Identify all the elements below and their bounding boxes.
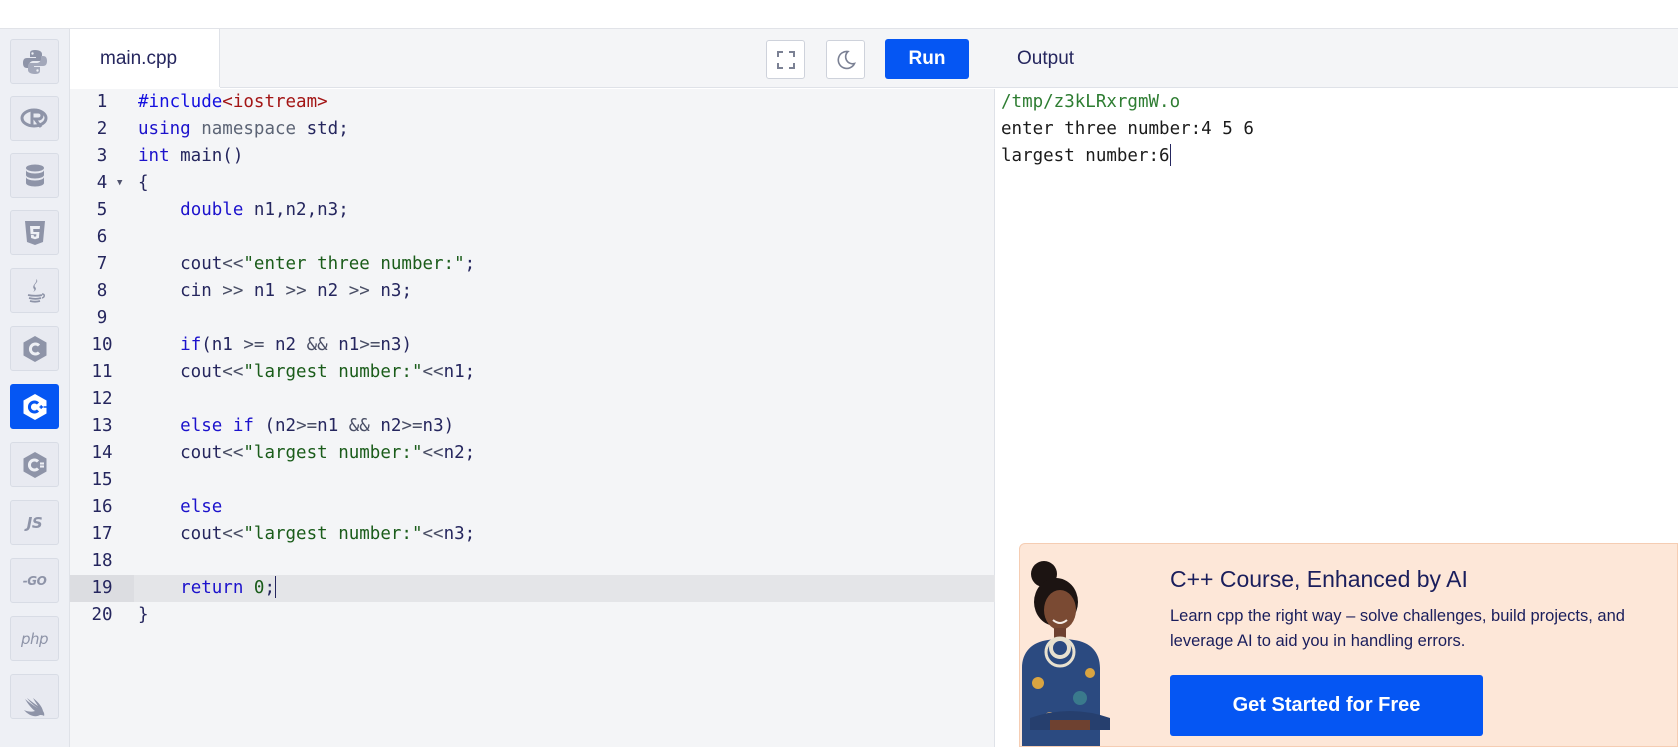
php-icon: php [20, 629, 49, 648]
code-line: 14 cout<<"largest number:"<<n2; [70, 440, 995, 467]
code-line: 1 #include<iostream> [70, 89, 995, 116]
line-number: 2 [96, 119, 108, 139]
sidebar-item-c[interactable] [10, 326, 59, 371]
promo-banner: C++ Course, Enhanced by AI Learn cpp the… [1019, 543, 1678, 747]
go-icon: -GO [22, 573, 47, 588]
text-cursor [275, 576, 277, 598]
line-number: 8 [96, 281, 108, 301]
sidebar-item-php[interactable]: php [10, 616, 59, 661]
line-number: 17 [91, 524, 113, 544]
output-title: Output [1017, 48, 1075, 69]
sidebar-item-java[interactable] [10, 268, 59, 313]
line-number: 20 [91, 605, 113, 625]
javascript-icon: JS [26, 513, 43, 532]
code-line: 13 else if (n2>=n1 && n2>=n3) [70, 413, 995, 440]
line-number: 10 [91, 335, 113, 355]
line-number: 14 [91, 443, 113, 463]
line-number: 11 [91, 362, 113, 382]
sidebar-item-html[interactable] [10, 210, 59, 255]
top-bar [0, 0, 1678, 29]
code-line: 17 cout<<"largest number:"<<n3; [70, 521, 995, 548]
output-header: Output [995, 29, 1678, 88]
line-number: 15 [91, 470, 113, 490]
fullscreen-button[interactable] [766, 40, 805, 79]
code-line: 7 cout<<"enter three number:"; [70, 251, 995, 278]
instructor-photo [1022, 561, 1110, 746]
output-line: largest number:6 [1001, 144, 1171, 166]
code-line: 4 ▼ { [70, 170, 995, 197]
output-line: /tmp/z3kLRxrgmW.o [1001, 92, 1181, 112]
line-number: 12 [91, 389, 113, 409]
fullscreen-icon [776, 50, 795, 69]
line-number: 13 [91, 416, 113, 436]
python-icon [22, 49, 47, 74]
sidebar-item-r[interactable] [10, 96, 59, 141]
line-number: 6 [96, 227, 108, 247]
line-number: 3 [96, 146, 108, 166]
swift-icon [23, 697, 44, 716]
sidebar-item-javascript[interactable]: JS [10, 500, 59, 545]
code-editor[interactable]: 1 #include<iostream> 2 using namespace s… [70, 89, 995, 747]
code-line: 12 [70, 386, 995, 413]
sidebar-item-swift[interactable] [10, 674, 59, 719]
line-number: 19 [70, 575, 134, 602]
get-started-button[interactable]: Get Started for Free [1170, 675, 1483, 736]
sidebar-item-csharp[interactable] [10, 442, 59, 487]
output-line: enter three number:4 5 6 [1001, 119, 1254, 139]
java-icon [27, 278, 45, 302]
promo-text: Learn cpp the right way – solve challeng… [1170, 607, 1625, 650]
dark-mode-toggle[interactable] [826, 40, 865, 79]
line-number: 9 [96, 308, 108, 328]
code-line: 16 else [70, 494, 995, 521]
fold-arrow-icon[interactable]: ▼ [117, 170, 122, 197]
code-line: 10 if(n1 >= n2 && n1>=n3) [70, 332, 995, 359]
code-line: 5 double n1,n2,n3; [70, 197, 995, 224]
code-line: 3 int main() [70, 143, 995, 170]
code-line: 2 using namespace std; [70, 116, 995, 143]
c-lang-icon [23, 335, 46, 362]
sidebar-item-sql[interactable] [10, 153, 59, 198]
output-cursor [1169, 144, 1171, 166]
active-code-line: 19 return 0; [70, 575, 995, 602]
sql-database-icon [25, 164, 44, 186]
sidebar-item-python[interactable] [10, 39, 59, 84]
sidebar-item-cpp[interactable] [10, 384, 59, 429]
line-number: 4 [96, 173, 108, 193]
code-line: 15 [70, 467, 995, 494]
sidebar-item-go[interactable]: -GO [10, 558, 59, 603]
editor-header: main.cpp Run [70, 29, 995, 89]
code-line: 11 cout<<"largest number:"<<n1; [70, 359, 995, 386]
run-button[interactable]: Run [885, 39, 969, 79]
code-line: 9 [70, 305, 995, 332]
cpp-icon [23, 393, 46, 420]
line-number: 5 [96, 200, 108, 220]
line-number: 18 [91, 551, 113, 571]
line-number: 16 [91, 497, 113, 517]
r-lang-icon [20, 108, 47, 128]
promo-title: C++ Course, Enhanced by AI [1170, 566, 1468, 592]
line-number: 1 [96, 92, 108, 112]
file-tab-main-cpp[interactable]: main.cpp [70, 29, 220, 89]
code-line: 8 cin >> n1 >> n2 >> n3; [70, 278, 995, 305]
moon-icon [837, 50, 856, 69]
code-line: 18 [70, 548, 995, 575]
csharp-icon [23, 451, 46, 478]
language-sidebar: JS -GO php [0, 29, 70, 747]
html5-icon [24, 220, 45, 245]
code-line: 6 [70, 224, 995, 251]
line-number: 7 [96, 254, 108, 274]
code-line: 20 } [70, 602, 995, 629]
